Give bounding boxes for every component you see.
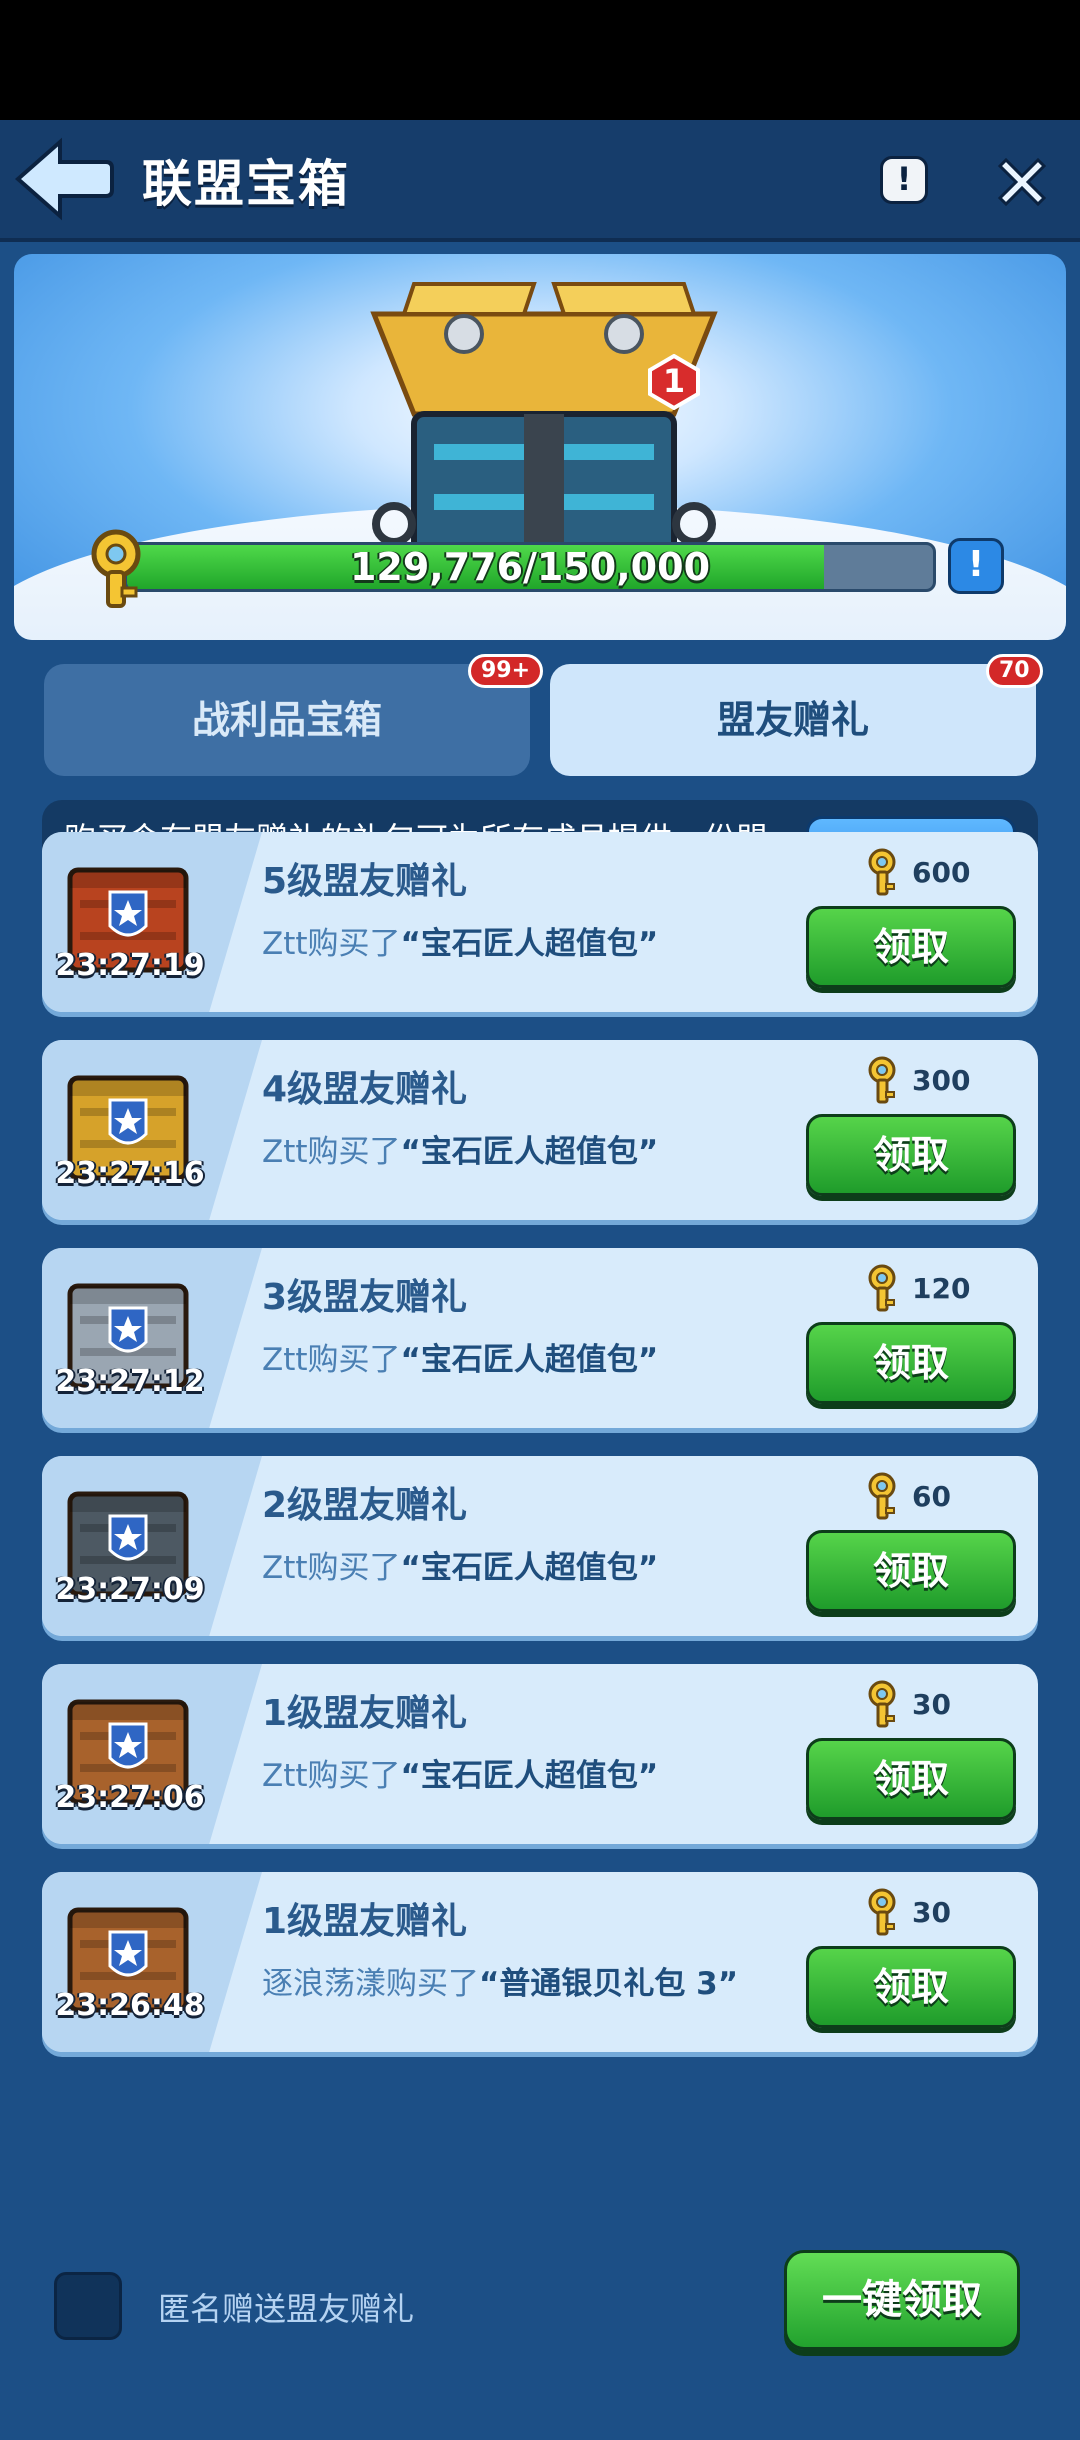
key-icon xyxy=(868,1472,896,1520)
header-bar: 联盟宝箱 ! xyxy=(0,120,1080,242)
gift-description: 逐浪荡漾购买了“普通银贝礼包 3” xyxy=(262,1958,738,2003)
gift-row: 23:27:09 2级盟友赠礼 Ztt购买了“宝石匠人超值包” 60 领取 xyxy=(42,1456,1038,1636)
info-button[interactable]: ! xyxy=(880,156,928,204)
key-icon xyxy=(868,1680,896,1728)
claim-button[interactable]: 领取 xyxy=(806,1114,1016,1196)
gift-name: 3级盟友赠礼 xyxy=(262,1277,468,1318)
progress-track: 129,776/150,000 xyxy=(124,542,936,592)
key-icon xyxy=(868,1264,896,1312)
gift-timer: 23:27:12 xyxy=(55,1364,205,1399)
gift-description: Ztt购买了“宝石匠人超值包” xyxy=(262,918,658,963)
gift-name: 1级盟友赠礼 xyxy=(262,1693,468,1734)
tab-label: 盟友赠礼 xyxy=(716,698,869,742)
claim-button[interactable]: 领取 xyxy=(806,1946,1016,2028)
key-reward-amount: 30 xyxy=(912,1896,951,1929)
gift-buyer: Ztt购买了 xyxy=(262,926,401,962)
chest-level-badge: 1 xyxy=(646,353,702,411)
anonymous-checkbox[interactable] xyxy=(54,2272,122,2340)
gift-name: 5级盟友赠礼 xyxy=(262,861,468,902)
gift-row: 23:26:48 1级盟友赠礼 逐浪荡漾购买了“普通银贝礼包 3” 30 领取 xyxy=(42,1872,1038,2052)
key-reward-amount: 30 xyxy=(912,1688,951,1721)
gift-buyer: Ztt购买了 xyxy=(262,1758,401,1794)
gift-timer: 23:27:19 xyxy=(55,948,205,983)
key-reward-amount: 120 xyxy=(912,1272,971,1305)
claim-button[interactable]: 领取 xyxy=(806,1322,1016,1404)
gift-buyer: Ztt购买了 xyxy=(262,1342,401,1378)
gift-buyer: Ztt购买了 xyxy=(262,1134,401,1170)
gift-buyer: Ztt购买了 xyxy=(262,1550,401,1586)
gift-row: 23:27:16 4级盟友赠礼 Ztt购买了“宝石匠人超值包” 300 领取 xyxy=(42,1040,1038,1220)
key-icon xyxy=(868,1056,896,1104)
gift-name: 1级盟友赠礼 xyxy=(262,1901,468,1942)
claim-all-button[interactable]: 一键领取 xyxy=(784,2250,1020,2350)
notification-badge: 70 xyxy=(986,654,1043,688)
back-button[interactable] xyxy=(14,134,114,224)
key-reward-amount: 60 xyxy=(912,1480,951,1513)
gift-timer: 23:27:06 xyxy=(55,1780,205,1815)
status-bar xyxy=(0,0,1080,120)
tab-loot-chest[interactable]: 战利品宝箱 99+ xyxy=(44,654,544,776)
gift-buyer: 逐浪荡漾购买了 xyxy=(262,1966,479,2002)
key-icon xyxy=(868,848,896,896)
gift-description: Ztt购买了“宝石匠人超值包” xyxy=(262,1126,658,1171)
gift-pack-name: “普通银贝礼包 3” xyxy=(479,1966,739,2002)
anonymous-label: 匿名赠送盟友赠礼 xyxy=(158,2290,415,2328)
gift-row: 23:27:06 1级盟友赠礼 Ztt购买了“宝石匠人超值包” 30 领取 xyxy=(42,1664,1038,1844)
gift-row: 23:27:12 3级盟友赠礼 Ztt购买了“宝石匠人超值包” 120 领取 xyxy=(42,1248,1038,1428)
gift-timer: 23:27:16 xyxy=(55,1156,205,1191)
claim-button[interactable]: 领取 xyxy=(806,1530,1016,1612)
close-icon xyxy=(997,157,1047,207)
tab-ally-gifts[interactable]: 盟友赠礼 70 xyxy=(550,654,1043,776)
gift-row: 23:27:19 5级盟友赠礼 Ztt购买了“宝石匠人超值包” 600 领取 xyxy=(42,832,1038,1012)
back-arrow-icon xyxy=(14,137,114,221)
gift-name: 4级盟友赠礼 xyxy=(262,1069,468,1110)
gift-pack-name: “宝石匠人超值包” xyxy=(400,1758,659,1794)
gift-description: Ztt购买了“宝石匠人超值包” xyxy=(262,1750,658,1795)
chest-progress: 129,776/150,000 xyxy=(84,529,936,608)
gift-pack-name: “宝石匠人超值包” xyxy=(400,1342,659,1378)
gift-pack-name: “宝石匠人超值包” xyxy=(400,926,659,962)
notification-badge: 99+ xyxy=(468,654,544,688)
chest-level-text: 1 xyxy=(662,362,686,400)
progress-info-button[interactable]: ! xyxy=(948,538,1004,594)
gift-pack-name: “宝石匠人超值包” xyxy=(400,1134,659,1170)
key-icon xyxy=(91,529,141,608)
close-button[interactable] xyxy=(990,150,1054,214)
alliance-chest-screen: 联盟宝箱 ! 1 129,776/150,000 ! 战利品宝箱 99+ 盟友赠… xyxy=(0,120,1080,2440)
tab-label: 战利品宝箱 xyxy=(191,698,382,742)
claim-button[interactable]: 领取 xyxy=(806,1738,1016,1820)
progress-text: 129,776/150,000 xyxy=(349,545,711,589)
gift-pack-name: “宝石匠人超值包” xyxy=(400,1550,659,1586)
claim-button[interactable]: 领取 xyxy=(806,906,1016,988)
gift-name: 2级盟友赠礼 xyxy=(262,1485,468,1526)
key-reward-amount: 300 xyxy=(912,1064,971,1097)
gift-timer: 23:27:09 xyxy=(55,1572,205,1607)
gift-timer: 23:26:48 xyxy=(55,1988,205,2023)
key-icon xyxy=(868,1888,896,1936)
gift-description: Ztt购买了“宝石匠人超值包” xyxy=(262,1334,658,1379)
key-reward-amount: 600 xyxy=(912,856,971,889)
gift-description: Ztt购买了“宝石匠人超值包” xyxy=(262,1542,658,1587)
chest-banner: 1 129,776/150,000 ! xyxy=(14,254,1066,640)
page-title: 联盟宝箱 xyxy=(142,155,350,213)
